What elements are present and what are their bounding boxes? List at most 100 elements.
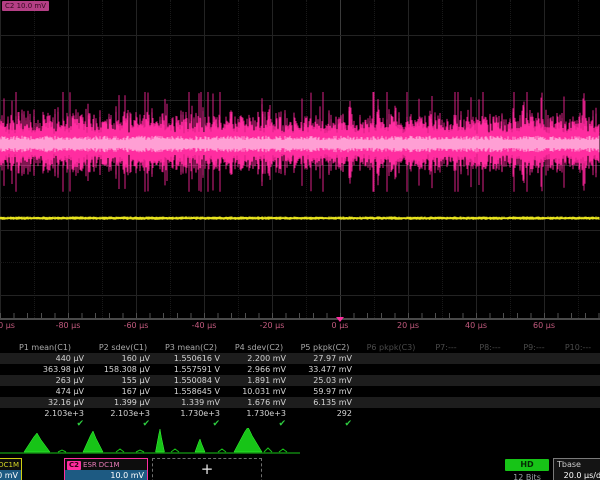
measure-cell: 474 µV	[0, 386, 90, 397]
measure-cell: 33.477 mV	[292, 364, 358, 375]
c1-trace	[0, 216, 599, 220]
time-axis-label: -40 µs	[192, 321, 217, 330]
time-axis-label: 40 µs	[465, 321, 487, 330]
measure-row: 2.103e+32.103e+31.730e+31.730e+3292	[0, 408, 600, 419]
measure-cell	[468, 408, 512, 419]
measure-cell: 167 µV	[90, 386, 156, 397]
measure-cell: 59.97 mV	[292, 386, 358, 397]
oscilloscope-screen: C2 10.0 mV -100 µs -80 µs -60 µs -40 µs -20 …	[0, 0, 600, 480]
measure-cell	[512, 397, 556, 408]
measure-cell	[358, 397, 424, 408]
hd-bits-label: 12 Bits	[505, 473, 549, 480]
trace-label-c2[interactable]: C2 10.0 mV	[2, 1, 49, 11]
status-check-icon	[424, 419, 468, 430]
status-check-icon	[512, 419, 556, 430]
measure-header-5[interactable]: P5 pkpk(C2)	[292, 342, 358, 353]
measure-cell: 10.031 mV	[226, 386, 292, 397]
measure-cell: 292	[292, 408, 358, 419]
time-axis-label: -80 µs	[56, 321, 81, 330]
measure-header-2[interactable]: P2 sdev(C1)	[90, 342, 156, 353]
timebase-descriptor[interactable]: Tbase 20.0 µs/div	[553, 458, 600, 480]
waveform-traces	[0, 0, 600, 320]
measure-cell	[468, 353, 512, 364]
measure-cell: 25.03 mV	[292, 375, 358, 386]
measure-cell	[556, 364, 600, 375]
time-axis-label: 0 µs	[332, 321, 349, 330]
measure-header-10[interactable]: P10:---	[556, 342, 600, 353]
measure-cell: 2.966 mV	[226, 364, 292, 375]
add-trace-button[interactable]: +	[152, 458, 262, 480]
measure-cell: 1.399 µV	[90, 397, 156, 408]
measure-cell: 1.676 mV	[226, 397, 292, 408]
measure-header-7[interactable]: P7:---	[424, 342, 468, 353]
c1-vdiv-field[interactable]: 10.0 mV	[0, 470, 21, 480]
measure-row: 474 µV167 µV1.558645 V10.031 mV59.97 mV	[0, 386, 600, 397]
bottom-bar: C1 DC1M 10.0 mV C2 ESR DC1M 10.0 mV + HD…	[0, 457, 600, 480]
measure-cell	[424, 386, 468, 397]
measure-cell	[468, 364, 512, 375]
c2-coupling: DC1M	[99, 461, 120, 470]
measure-header-3[interactable]: P3 mean(C2)	[156, 342, 226, 353]
status-check-icon	[358, 419, 424, 430]
measure-cell: 32.16 µV	[0, 397, 90, 408]
trigger-position-marker[interactable]	[336, 317, 344, 322]
measure-cell	[424, 397, 468, 408]
measure-cell	[556, 397, 600, 408]
measure-table: P1 mean(C1)P2 sdev(C1)P3 mean(C2)P4 sdev…	[0, 342, 600, 430]
measure-cell: 27.97 mV	[292, 353, 358, 364]
measure-cell	[556, 386, 600, 397]
measure-row: 32.16 µV1.399 µV1.339 mV1.676 mV6.135 mV	[0, 397, 600, 408]
measure-cell	[424, 375, 468, 386]
measure-cell: 158.308 µV	[90, 364, 156, 375]
measure-cell: 2.200 mV	[226, 353, 292, 364]
measure-cell: 2.103e+3	[0, 408, 90, 419]
measure-header-8[interactable]: P8:---	[468, 342, 512, 353]
measure-cell	[424, 353, 468, 364]
measure-cell	[512, 408, 556, 419]
time-axis-labels: -100 µs-80 µs-60 µs-40 µs-20 µs0 µs20 µs…	[0, 320, 600, 334]
measure-cell	[358, 364, 424, 375]
measure-cell: 155 µV	[90, 375, 156, 386]
measure-header-4[interactable]: P4 sdev(C2)	[226, 342, 292, 353]
waveform-grid: C2 10.0 mV	[0, 0, 600, 320]
measure-cell	[468, 386, 512, 397]
measure-header-9[interactable]: P9:---	[512, 342, 556, 353]
measure-cell	[468, 375, 512, 386]
time-axis-label: -100 µs	[0, 321, 15, 330]
measure-row: 440 µV160 µV1.550616 V2.200 mV27.97 mV	[0, 353, 600, 364]
measure-cell	[424, 364, 468, 375]
timebase-label: Tbase	[554, 459, 600, 470]
measure-row: 363.98 µV158.308 µV1.557591 V2.966 mV33.…	[0, 364, 600, 375]
c2-vdiv-field[interactable]: 10.0 mV	[65, 470, 147, 480]
plus-icon: +	[201, 460, 214, 478]
measure-cell	[512, 386, 556, 397]
measure-cell	[468, 397, 512, 408]
time-axis-label: -60 µs	[124, 321, 149, 330]
channel-descriptor-c2[interactable]: C2 ESR DC1M 10.0 mV	[64, 458, 148, 480]
measure-cell: 363.98 µV	[0, 364, 90, 375]
measure-cell	[358, 375, 424, 386]
measure-header-6[interactable]: P6 pkpk(C3)	[358, 342, 424, 353]
measure-cell: 6.135 mV	[292, 397, 358, 408]
measure-cell: 1.730e+3	[156, 408, 226, 419]
measure-cell	[358, 386, 424, 397]
histicon-peaks	[24, 428, 262, 452]
measure-cell	[424, 408, 468, 419]
c1-coupling: DC1M	[0, 461, 19, 470]
measure-cell	[556, 353, 600, 364]
histicon-strip	[0, 428, 340, 456]
measure-cell: 1.730e+3	[226, 408, 292, 419]
measure-cell: 1.891 mV	[226, 375, 292, 386]
channel-descriptor-c1[interactable]: C1 DC1M 10.0 mV	[0, 458, 22, 480]
measure-row: 263 µV155 µV1.550084 V1.891 mV25.03 mV	[0, 375, 600, 386]
c2-tag: ESR	[83, 461, 97, 470]
measure-cell: 1.557591 V	[156, 364, 226, 375]
time-axis-label: -20 µs	[260, 321, 285, 330]
measure-header-1[interactable]: P1 mean(C1)	[0, 342, 90, 353]
measure-cell	[556, 375, 600, 386]
timebase-value: 20.0 µs/div	[554, 470, 600, 480]
status-check-icon	[468, 419, 512, 430]
measure-cell: 263 µV	[0, 375, 90, 386]
measure-cell: 1.550084 V	[156, 375, 226, 386]
hd-badge: HD	[505, 459, 549, 471]
